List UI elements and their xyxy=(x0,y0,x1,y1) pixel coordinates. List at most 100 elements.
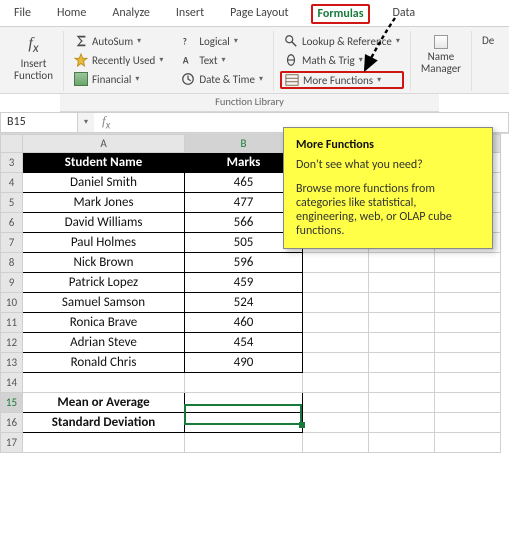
row-header[interactable]: 9 xyxy=(1,272,23,292)
cell[interactable] xyxy=(303,332,369,352)
cell[interactable]: 460 xyxy=(185,312,303,332)
cell[interactable] xyxy=(435,312,501,332)
svg-text:A: A xyxy=(183,55,189,67)
row-header[interactable]: 14 xyxy=(1,372,23,392)
row-header[interactable]: 5 xyxy=(1,192,23,212)
row-header[interactable]: 12 xyxy=(1,332,23,352)
row-header[interactable]: 6 xyxy=(1,212,23,232)
tab-file[interactable]: File xyxy=(10,4,35,24)
cell[interactable]: Daniel Smith xyxy=(23,172,185,192)
tab-home[interactable]: Home xyxy=(53,4,90,24)
name-manager-label: Name Manager xyxy=(421,51,461,75)
cell[interactable] xyxy=(369,352,435,372)
menu-tabs: File Home Analyze Insert Page Layout For… xyxy=(0,0,509,27)
cell[interactable] xyxy=(303,352,369,372)
cell[interactable] xyxy=(303,432,369,452)
cell[interactable]: Mark Jones xyxy=(23,192,185,212)
cell[interactable] xyxy=(369,372,435,392)
cell[interactable] xyxy=(369,252,435,272)
math-trig-label: Math & Trig xyxy=(302,54,355,67)
row-header[interactable]: 15 xyxy=(1,392,23,412)
row-header[interactable]: 17 xyxy=(1,432,23,452)
math-trig-button[interactable]: Math & Trig▾ xyxy=(280,52,404,68)
formula-bar-fx-icon[interactable]: fx xyxy=(94,113,118,132)
cell-mean-value[interactable] xyxy=(185,392,303,412)
select-all-triangle[interactable] xyxy=(1,134,23,152)
cell[interactable] xyxy=(303,292,369,312)
cell[interactable] xyxy=(303,252,369,272)
fill-handle[interactable] xyxy=(299,422,305,428)
cell[interactable] xyxy=(185,432,303,452)
cell-sd-value[interactable] xyxy=(185,412,303,432)
cell[interactable] xyxy=(185,372,303,392)
autosum-button[interactable]: AutoSum▾ xyxy=(70,33,167,49)
cell-sd-label[interactable]: Standard Deviation xyxy=(23,412,185,432)
cell[interactable]: Nick Brown xyxy=(23,252,185,272)
cell[interactable]: Ronica Brave xyxy=(23,312,185,332)
cell[interactable] xyxy=(303,372,369,392)
cell[interactable]: Samuel Samson xyxy=(23,292,185,312)
cell[interactable] xyxy=(23,372,185,392)
row-header[interactable]: 10 xyxy=(1,292,23,312)
ribbon-chunk-names: Name Manager xyxy=(411,31,472,91)
name-box-dropdown[interactable]: ▾ xyxy=(78,112,94,133)
cell[interactable]: 459 xyxy=(185,272,303,292)
cell[interactable] xyxy=(369,412,435,432)
row-header[interactable]: 8 xyxy=(1,252,23,272)
financial-button[interactable]: Financial▾ xyxy=(70,71,167,87)
cell[interactable] xyxy=(303,392,369,412)
cell[interactable] xyxy=(435,272,501,292)
tab-data[interactable]: Data xyxy=(388,4,419,24)
name-manager-button[interactable]: Name Manager xyxy=(417,33,465,77)
cell[interactable] xyxy=(369,392,435,412)
cell[interactable]: 454 xyxy=(185,332,303,352)
cell[interactable]: David Williams xyxy=(23,212,185,232)
cell[interactable] xyxy=(435,252,501,272)
cell[interactable] xyxy=(435,412,501,432)
cell[interactable]: Student Name xyxy=(23,152,185,172)
row-header[interactable]: 16 xyxy=(1,412,23,432)
date-time-button[interactable]: Date & Time▾ xyxy=(177,71,267,87)
cell[interactable] xyxy=(435,392,501,412)
row-header[interactable]: 3 xyxy=(1,152,23,172)
cell[interactable] xyxy=(369,272,435,292)
tab-analyze[interactable]: Analyze xyxy=(108,4,154,24)
recently-used-button[interactable]: Recently Used▾ xyxy=(70,52,167,68)
cell[interactable] xyxy=(303,272,369,292)
cell[interactable] xyxy=(369,432,435,452)
name-box[interactable] xyxy=(0,112,78,133)
text-label: Text xyxy=(199,54,217,67)
tab-page-layout[interactable]: Page Layout xyxy=(226,4,292,24)
row-header[interactable]: 7 xyxy=(1,232,23,252)
more-functions-button[interactable]: More Functions▾ xyxy=(280,71,404,89)
cell[interactable] xyxy=(369,312,435,332)
col-header-A[interactable]: A xyxy=(23,134,185,152)
insert-function-button[interactable]: fx Insert Function xyxy=(10,33,57,84)
row-header[interactable]: 11 xyxy=(1,312,23,332)
lookup-reference-button[interactable]: Lookup & Reference▾ xyxy=(280,33,404,49)
cell[interactable] xyxy=(23,432,185,452)
cell[interactable] xyxy=(435,352,501,372)
text-button[interactable]: A Text▾ xyxy=(177,52,267,68)
cell[interactable] xyxy=(435,432,501,452)
tab-insert[interactable]: Insert xyxy=(172,4,208,24)
logical-button[interactable]: ? Logical▾ xyxy=(177,33,267,49)
row-header[interactable]: 13 xyxy=(1,352,23,372)
cell[interactable]: Ronald Chris xyxy=(23,352,185,372)
cell[interactable] xyxy=(369,332,435,352)
cell[interactable]: 524 xyxy=(185,292,303,312)
cell[interactable] xyxy=(435,372,501,392)
cell[interactable]: 490 xyxy=(185,352,303,372)
cell[interactable] xyxy=(435,332,501,352)
cell[interactable] xyxy=(369,292,435,312)
cell[interactable]: Adrian Steve xyxy=(23,332,185,352)
cell-mean-label[interactable]: Mean or Average xyxy=(23,392,185,412)
tab-formulas[interactable]: Formulas xyxy=(311,4,371,24)
row-header[interactable]: 4 xyxy=(1,172,23,192)
cell[interactable] xyxy=(303,312,369,332)
cell[interactable]: Paul Holmes xyxy=(23,232,185,252)
cell[interactable] xyxy=(435,292,501,312)
cell[interactable]: Patrick Lopez xyxy=(23,272,185,292)
cell[interactable] xyxy=(303,412,369,432)
cell[interactable]: 596 xyxy=(185,252,303,272)
